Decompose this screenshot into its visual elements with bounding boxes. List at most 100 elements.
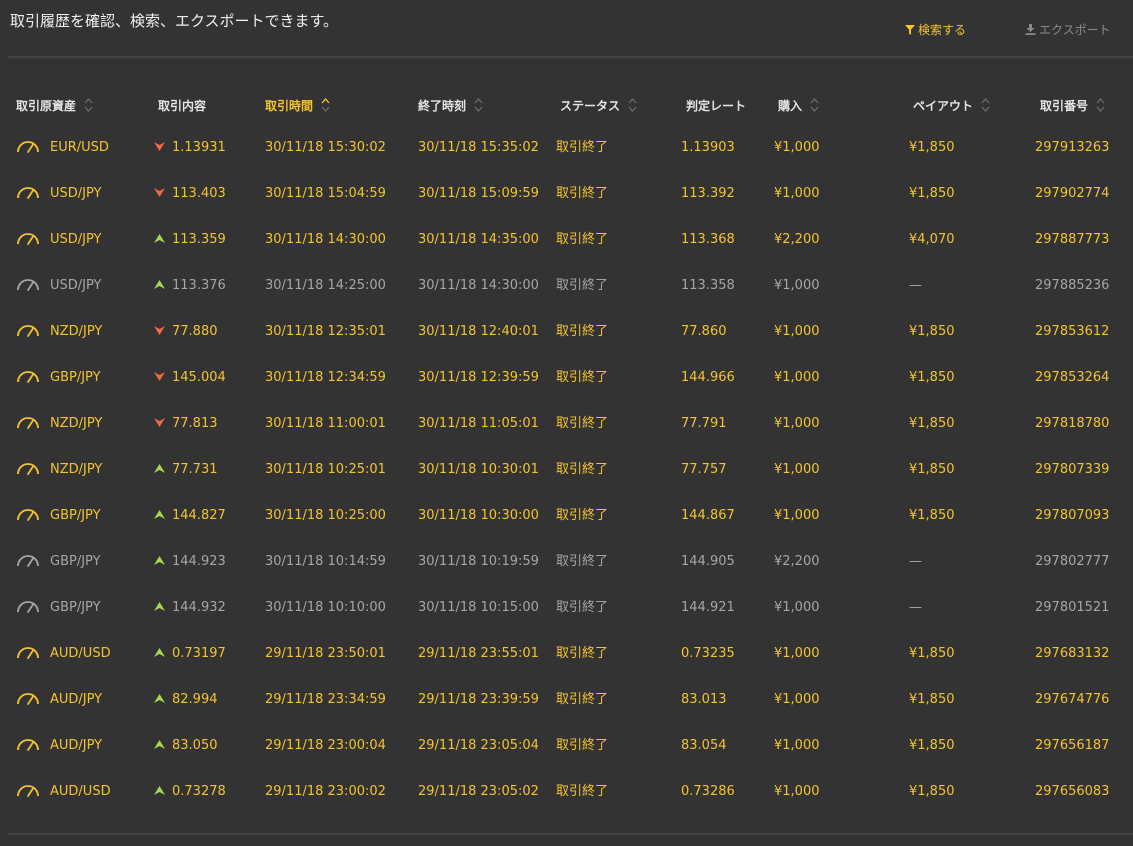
sort-icon-active xyxy=(321,98,330,112)
col-payout-label: ペイアウト xyxy=(913,99,974,113)
col-trade[interactable]: 取引内容 xyxy=(158,88,206,124)
status-cell: 取引終了 xyxy=(556,370,609,385)
open-time-cell: 30/11/18 10:10:00 xyxy=(265,600,386,615)
close-time-cell: 30/11/18 12:40:01 xyxy=(418,324,539,339)
entry-price-cell: 77.813 xyxy=(172,416,218,431)
close-time-cell: 30/11/18 10:19:59 xyxy=(418,554,539,569)
page-description: 取引履歴を確認、検索、エクスポートできます。 xyxy=(10,12,339,30)
trade-id-cell: 297887773 xyxy=(1035,232,1110,247)
judge-rate-cell: 83.054 xyxy=(681,738,727,753)
trade-id-cell: 297885236 xyxy=(1035,278,1110,293)
judge-rate-cell: 77.791 xyxy=(681,416,727,431)
status-cell: 取引終了 xyxy=(556,646,609,661)
col-rate[interactable]: 判定レート xyxy=(686,88,746,124)
entry-price-cell: 1.13931 xyxy=(172,140,226,155)
entry-price-cell: 145.004 xyxy=(172,370,226,385)
col-id[interactable]: 取引番号 xyxy=(1040,88,1105,124)
buy-amount-cell: ¥1,000 xyxy=(774,508,820,523)
high-arrow-icon xyxy=(154,631,165,677)
gauge-icon xyxy=(16,631,40,677)
buy-amount-cell: ¥2,200 xyxy=(774,554,820,569)
col-open-time-label: 取引時間 xyxy=(265,99,314,113)
table-row[interactable]: NZD/JPY 77.880 30/11/18 12:35:01 30/11/18 1… xyxy=(0,309,1133,355)
col-asset[interactable]: 取引原資産 xyxy=(16,88,93,124)
payout-cell: — xyxy=(909,600,922,615)
payout-cell: ¥1,850 xyxy=(909,186,955,201)
col-status[interactable]: ステータス xyxy=(560,88,637,124)
col-buy[interactable]: 購入 xyxy=(778,88,819,124)
table-row[interactable]: USD/JPY 113.359 30/11/18 14:30:00 30/11/18 … xyxy=(0,217,1133,263)
gauge-icon xyxy=(16,585,40,631)
open-time-cell: 30/11/18 10:25:00 xyxy=(265,508,386,523)
low-arrow-icon xyxy=(154,125,165,171)
entry-price-cell: 82.994 xyxy=(172,692,218,707)
trade-id-cell: 297853612 xyxy=(1035,324,1110,339)
entry-price-cell: 113.376 xyxy=(172,278,226,293)
table-row[interactable]: USD/JPY 113.376 30/11/18 14:25:00 30/11/18 … xyxy=(0,263,1133,309)
col-payout[interactable]: ペイアウト xyxy=(913,88,990,124)
col-open-time[interactable]: 取引時間 xyxy=(265,88,330,124)
table-row[interactable]: GBP/JPY 144.923 30/11/18 10:14:59 30/11/18 … xyxy=(0,539,1133,585)
open-time-cell: 29/11/18 23:34:59 xyxy=(265,692,386,707)
table-row[interactable]: EUR/USD 1.13931 30/11/18 15:30:02 30/11/18 … xyxy=(0,125,1133,171)
table-row[interactable]: AUD/JPY 83.050 29/11/18 23:00:04 29/11/18 2… xyxy=(0,723,1133,769)
asset-cell: GBP/JPY xyxy=(50,600,101,615)
table-row[interactable]: NZD/JPY 77.731 30/11/18 10:25:01 30/11/18 1… xyxy=(0,447,1133,493)
open-time-cell: 29/11/18 23:00:02 xyxy=(265,784,386,799)
table-row[interactable]: AUD/JPY 82.994 29/11/18 23:34:59 29/11/18 2… xyxy=(0,677,1133,723)
col-trade-label: 取引内容 xyxy=(158,99,207,113)
entry-price-cell: 0.73278 xyxy=(172,784,226,799)
bottom-divider xyxy=(8,833,1133,835)
close-time-cell: 29/11/18 23:39:59 xyxy=(418,692,539,707)
col-close-time-label: 終了時刻 xyxy=(418,99,467,113)
entry-price-cell: 77.731 xyxy=(172,462,218,477)
col-close-time[interactable]: 終了時刻 xyxy=(418,88,483,124)
asset-cell: USD/JPY xyxy=(50,278,102,293)
buy-amount-cell: ¥1,000 xyxy=(774,370,820,385)
entry-price-cell: 0.73197 xyxy=(172,646,226,661)
table-row[interactable]: USD/JPY 113.403 30/11/18 15:04:59 30/11/18 … xyxy=(0,171,1133,217)
buy-amount-cell: ¥2,200 xyxy=(774,232,820,247)
low-arrow-icon xyxy=(154,355,165,401)
open-time-cell: 30/11/18 15:04:59 xyxy=(265,186,386,201)
gauge-icon xyxy=(16,355,40,401)
judge-rate-cell: 77.860 xyxy=(681,324,727,339)
buy-amount-cell: ¥1,000 xyxy=(774,140,820,155)
export-label: エクスポート xyxy=(1039,23,1111,37)
entry-price-cell: 77.880 xyxy=(172,324,218,339)
trade-id-cell: 297674776 xyxy=(1035,692,1110,707)
trade-id-cell: 297853264 xyxy=(1035,370,1110,385)
table-row[interactable]: NZD/JPY 77.813 30/11/18 11:00:01 30/11/18 1… xyxy=(0,401,1133,447)
table-row[interactable]: AUD/USD 0.73197 29/11/18 23:50:01 29/11/18 … xyxy=(0,631,1133,677)
table-header: 取引原資産 取引内容 取引時間 終了時刻 ステータス 判定レート 購入 ペイアウ… xyxy=(0,88,1133,124)
buy-amount-cell: ¥1,000 xyxy=(774,462,820,477)
trade-id-cell: 297801521 xyxy=(1035,600,1110,615)
search-label: 検索する xyxy=(918,23,967,37)
col-rate-label: 判定レート xyxy=(686,99,747,113)
gauge-icon xyxy=(16,769,40,815)
entry-price-cell: 113.359 xyxy=(172,232,226,247)
search-button[interactable]: 検索する xyxy=(905,21,966,38)
buy-amount-cell: ¥1,000 xyxy=(774,416,820,431)
open-time-cell: 29/11/18 23:50:01 xyxy=(265,646,386,661)
table-row[interactable]: GBP/JPY 145.004 30/11/18 12:34:59 30/11/18 … xyxy=(0,355,1133,401)
buy-amount-cell: ¥1,000 xyxy=(774,324,820,339)
table-row[interactable]: AUD/USD 0.73278 29/11/18 23:00:02 29/11/18 … xyxy=(0,769,1133,815)
gauge-icon xyxy=(16,263,40,309)
asset-cell: USD/JPY xyxy=(50,186,102,201)
asset-cell: NZD/JPY xyxy=(50,416,103,431)
table-row[interactable]: GBP/JPY 144.827 30/11/18 10:25:00 30/11/18 … xyxy=(0,493,1133,539)
asset-cell: AUD/USD xyxy=(50,646,111,661)
payout-cell: — xyxy=(909,554,922,569)
entry-price-cell: 83.050 xyxy=(172,738,218,753)
gauge-icon xyxy=(16,723,40,769)
trade-id-cell: 297818780 xyxy=(1035,416,1110,431)
payout-cell: ¥1,850 xyxy=(909,416,955,431)
status-cell: 取引終了 xyxy=(556,324,609,339)
gauge-icon xyxy=(16,677,40,723)
gauge-icon xyxy=(16,447,40,493)
export-button[interactable]: エクスポート xyxy=(1025,21,1111,38)
asset-cell: NZD/JPY xyxy=(50,462,103,477)
status-cell: 取引終了 xyxy=(556,462,609,477)
table-row[interactable]: GBP/JPY 144.932 30/11/18 10:10:00 30/11/18 … xyxy=(0,585,1133,631)
